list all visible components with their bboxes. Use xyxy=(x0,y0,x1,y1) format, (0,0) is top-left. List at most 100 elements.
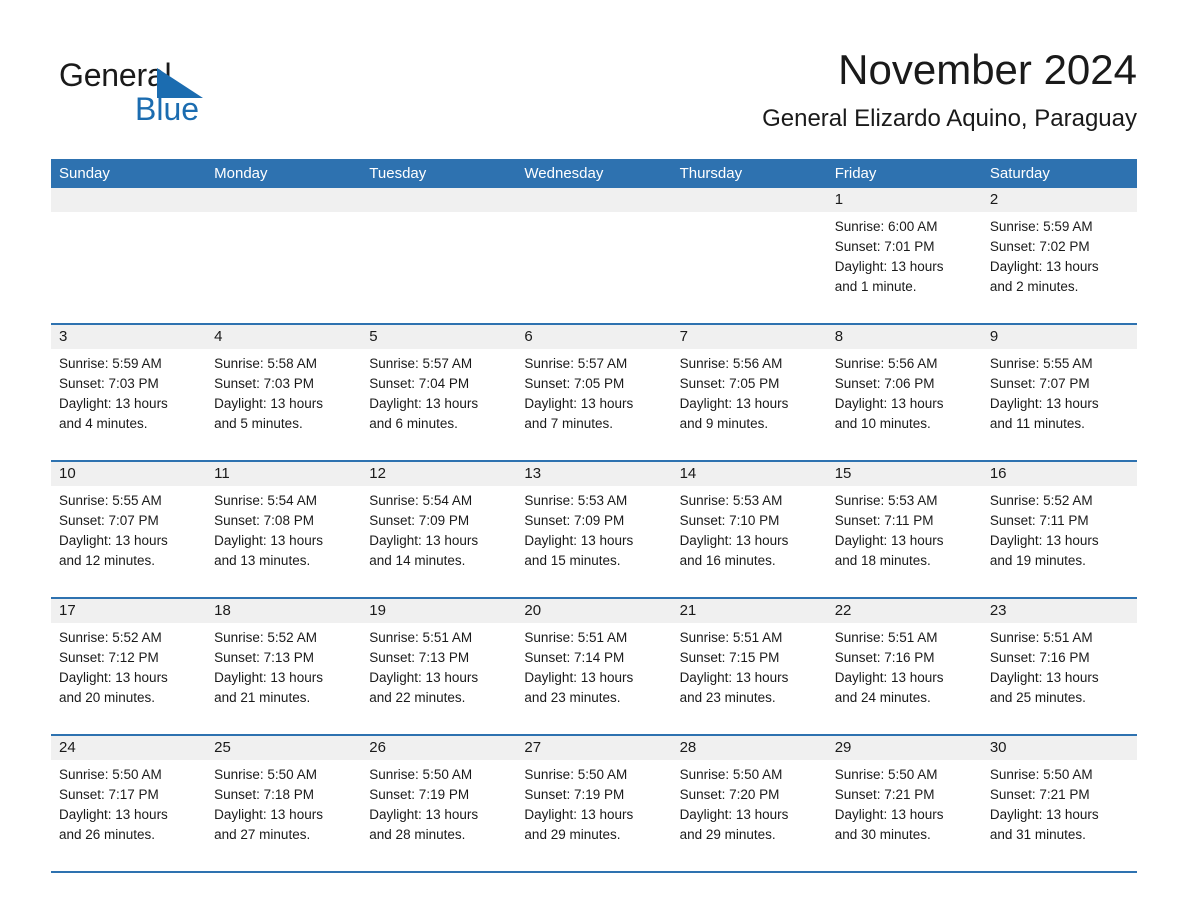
calendar-weeks: 1 Sunrise: 6:00 AM Sunset: 7:01 PM Daylight… xyxy=(51,188,1137,871)
day-cell-14[interactable]: 14 Sunrise: 5:53 AM Sunset: 7:10 PM Dayligh… xyxy=(671,462,827,597)
day-cell-11[interactable]: 11 Sunrise: 5:54 AM Sunset: 7:08 PM Dayligh… xyxy=(206,462,362,597)
day-cell-5[interactable]: 5 Sunrise: 5:57 AM Sunset: 7:04 PM Daylight… xyxy=(361,325,517,460)
day-cell-10[interactable]: 10 Sunrise: 5:55 AM Sunset: 7:07 PM Dayligh… xyxy=(51,462,207,597)
day-cell-22[interactable]: 22 Sunrise: 5:51 AM Sunset: 7:16 PM Dayligh… xyxy=(826,599,982,734)
brand-name-general: General xyxy=(59,57,172,93)
day-info-line: and 25 minutes. xyxy=(989,690,1086,705)
day-cell-15[interactable]: 15 Sunrise: 5:53 AM Sunset: 7:11 PM Dayligh… xyxy=(826,462,982,597)
day-cell-27[interactable]: 27 Sunrise: 5:50 AM Sunset: 7:19 PM Dayligh… xyxy=(516,736,672,871)
day-info-line: Sunrise: 5:53 AM xyxy=(679,493,783,508)
page-title: November 2024 xyxy=(838,46,1137,93)
day-sun-info: Sunrise: 5:56 AM Sunset: 7:06 PM Daylight:… xyxy=(827,349,982,434)
day-number xyxy=(361,188,517,212)
day-cell-23[interactable]: 23 Sunrise: 5:51 AM Sunset: 7:16 PM Dayligh… xyxy=(981,599,1137,734)
day-info-line: Sunrise: 5:58 AM xyxy=(214,356,317,371)
calendar-week-row: 24 Sunrise: 5:50 AM Sunset: 7:17 PM Dayligh… xyxy=(51,734,1137,871)
day-number: 26 xyxy=(361,736,517,760)
day-info-line: Sunset: 7:11 PM xyxy=(989,513,1089,528)
day-cell-18[interactable]: 18 Sunrise: 5:52 AM Sunset: 7:13 PM Dayligh… xyxy=(206,599,362,734)
weekday-header-friday: Friday xyxy=(834,165,877,182)
day-cell-19[interactable]: 19 Sunrise: 5:51 AM Sunset: 7:13 PM Dayligh… xyxy=(361,599,517,734)
day-info-line: Daylight: 13 hours xyxy=(989,670,1099,685)
day-cell-30[interactable]: 30 Sunrise: 5:50 AM Sunset: 7:21 PM Dayligh… xyxy=(981,736,1137,871)
day-info-line: Sunset: 7:10 PM xyxy=(679,513,780,528)
title-block: November 2024 General Elizardo Aquino, P… xyxy=(762,44,1137,133)
day-number: 3 xyxy=(51,325,207,349)
day-info-line: Daylight: 13 hours xyxy=(679,533,789,548)
day-info-line: Daylight: 13 hours xyxy=(59,396,168,411)
day-number: 24 xyxy=(51,736,207,760)
day-sun-info: Sunrise: 5:50 AM Sunset: 7:17 PM Daylight:… xyxy=(51,760,206,845)
day-cell-1[interactable]: 1 Sunrise: 6:00 AM Sunset: 7:01 PM Daylight… xyxy=(826,188,982,323)
day-number: 18 xyxy=(206,599,362,623)
day-cell-26[interactable]: 26 Sunrise: 5:50 AM Sunset: 7:19 PM Dayligh… xyxy=(361,736,517,871)
day-info-line: and 23 minutes. xyxy=(524,690,621,705)
day-number xyxy=(51,188,207,212)
day-info-line: and 31 minutes. xyxy=(989,827,1086,842)
day-number: 11 xyxy=(206,462,362,486)
day-sun-info: Sunrise: 5:50 AM Sunset: 7:19 PM Daylight:… xyxy=(361,760,516,845)
day-number: 14 xyxy=(671,462,827,486)
day-cell-29[interactable]: 29 Sunrise: 5:50 AM Sunset: 7:21 PM Dayligh… xyxy=(826,736,982,871)
day-cell-9[interactable]: 9 Sunrise: 5:55 AM Sunset: 7:07 PM Daylight… xyxy=(981,325,1137,460)
day-info-line: and 13 minutes. xyxy=(214,553,311,568)
day-number: 15 xyxy=(826,462,982,486)
day-cell-17[interactable]: 17 Sunrise: 5:52 AM Sunset: 7:12 PM Dayligh… xyxy=(51,599,207,734)
day-number: 30 xyxy=(981,736,1137,760)
day-sun-info: Sunrise: 5:50 AM Sunset: 7:21 PM Daylight:… xyxy=(982,760,1137,845)
day-sun-info: Sunrise: 5:51 AM Sunset: 7:13 PM Daylight:… xyxy=(361,623,516,708)
day-info-line: Daylight: 13 hours xyxy=(214,807,323,822)
day-info-line: and 28 minutes. xyxy=(369,827,466,842)
day-info-line: and 14 minutes. xyxy=(369,553,466,568)
day-sun-info: Sunrise: 5:55 AM Sunset: 7:07 PM Daylight:… xyxy=(982,349,1137,434)
day-number: 17 xyxy=(51,599,207,623)
day-cell-16[interactable]: 16 Sunrise: 5:52 AM Sunset: 7:11 PM Dayligh… xyxy=(981,462,1137,597)
day-info-line: and 11 minutes. xyxy=(989,416,1085,431)
day-number: 19 xyxy=(361,599,517,623)
day-cell-21[interactable]: 21 Sunrise: 5:51 AM Sunset: 7:15 PM Dayligh… xyxy=(671,599,827,734)
day-number: 25 xyxy=(206,736,362,760)
calendar-page: General Blue November 2024 General Eliza… xyxy=(0,0,1188,918)
day-cell-24[interactable]: 24 Sunrise: 5:50 AM Sunset: 7:17 PM Dayligh… xyxy=(51,736,207,871)
day-sun-info: Sunrise: 5:57 AM Sunset: 7:04 PM Daylight:… xyxy=(361,349,516,434)
day-sun-info: Sunrise: 5:53 AM Sunset: 7:10 PM Daylight:… xyxy=(672,486,827,571)
day-cell-28[interactable]: 28 Sunrise: 5:50 AM Sunset: 7:20 PM Dayligh… xyxy=(671,736,827,871)
day-sun-info: Sunrise: 5:54 AM Sunset: 7:08 PM Daylight:… xyxy=(206,486,361,571)
day-info-line: Daylight: 13 hours xyxy=(989,807,1099,822)
day-info-line: Daylight: 13 hours xyxy=(369,807,479,822)
day-info-line: Sunrise: 5:54 AM xyxy=(369,493,473,508)
day-number: 29 xyxy=(826,736,982,760)
day-cell-4[interactable]: 4 Sunrise: 5:58 AM Sunset: 7:03 PM Daylight… xyxy=(206,325,362,460)
day-cell-2[interactable]: 2 Sunrise: 5:59 AM Sunset: 7:02 PM Daylight… xyxy=(981,188,1137,323)
day-info-line: Daylight: 13 hours xyxy=(369,396,479,411)
day-cell-25[interactable]: 25 Sunrise: 5:50 AM Sunset: 7:18 PM Dayligh… xyxy=(206,736,362,871)
day-cell-7[interactable]: 7 Sunrise: 5:56 AM Sunset: 7:05 PM Daylight… xyxy=(671,325,827,460)
day-number: 6 xyxy=(516,325,672,349)
day-info-line: Daylight: 13 hours xyxy=(214,670,323,685)
day-number: 9 xyxy=(981,325,1137,349)
day-cell-6[interactable]: 6 Sunrise: 5:57 AM Sunset: 7:05 PM Daylight… xyxy=(516,325,672,460)
day-info-line: Sunset: 7:18 PM xyxy=(214,787,314,802)
day-cell-20[interactable]: 20 Sunrise: 5:51 AM Sunset: 7:14 PM Dayligh… xyxy=(516,599,672,734)
day-sun-info: Sunrise: 5:54 AM Sunset: 7:09 PM Daylight:… xyxy=(361,486,516,571)
day-sun-info xyxy=(672,212,827,217)
day-cell-8[interactable]: 8 Sunrise: 5:56 AM Sunset: 7:06 PM Daylight… xyxy=(826,325,982,460)
day-cell-3[interactable]: 3 Sunrise: 5:59 AM Sunset: 7:03 PM Daylight… xyxy=(51,325,207,460)
day-info-line: Sunrise: 5:54 AM xyxy=(214,493,317,508)
day-info-line: and 22 minutes. xyxy=(369,690,466,705)
day-cell-12[interactable]: 12 Sunrise: 5:54 AM Sunset: 7:09 PM Dayligh… xyxy=(361,462,517,597)
day-info-line: Sunset: 7:19 PM xyxy=(369,787,470,802)
day-info-line: and 12 minutes. xyxy=(59,553,156,568)
day-info-line: Daylight: 13 hours xyxy=(524,396,634,411)
day-info-line: Sunrise: 5:52 AM xyxy=(59,630,162,645)
day-sun-info: Sunrise: 5:53 AM Sunset: 7:09 PM Daylight:… xyxy=(516,486,671,571)
day-info-line: and 15 minutes. xyxy=(524,553,621,568)
day-info-line: Sunset: 7:17 PM xyxy=(59,787,159,802)
day-cell-13[interactable]: 13 Sunrise: 5:53 AM Sunset: 7:09 PM Dayligh… xyxy=(516,462,672,597)
day-info-line: Sunset: 7:13 PM xyxy=(369,650,470,665)
day-info-line: Daylight: 13 hours xyxy=(989,259,1099,274)
day-info-line: Sunrise: 5:53 AM xyxy=(834,493,938,508)
day-info-line: Daylight: 13 hours xyxy=(524,807,634,822)
day-info-line: Sunrise: 5:50 AM xyxy=(369,767,473,782)
day-number: 7 xyxy=(671,325,827,349)
